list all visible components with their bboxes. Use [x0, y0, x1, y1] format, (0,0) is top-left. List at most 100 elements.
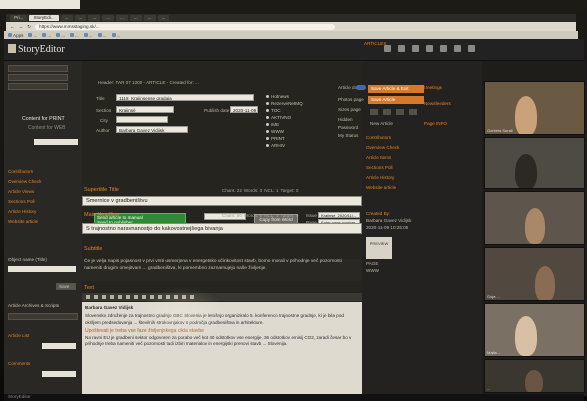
browser-tab[interactable]: ... — [157, 15, 170, 21]
italic-icon[interactable] — [94, 295, 98, 299]
bookmark-item[interactable]: ... — [70, 33, 79, 38]
sidebar-item-poll[interactable]: Sections Poll — [8, 199, 35, 205]
menu-icon[interactable] — [412, 45, 419, 52]
bookmark-item[interactable]: ... — [83, 33, 93, 38]
gear-icon[interactable] — [440, 45, 447, 52]
radio-icon — [266, 109, 269, 112]
channel-ime[interactable]: IME — [266, 122, 279, 127]
right-link-overview[interactable]: Overview Check — [366, 145, 399, 150]
browser-tab[interactable]: ... — [102, 15, 115, 21]
publish-date-label: Publish date — [204, 108, 230, 113]
channel-toc[interactable]: TOC — [266, 108, 281, 113]
browser-tab-active[interactable]: StoryEdi... — [29, 15, 59, 21]
app-logo[interactable]: StoryEditor — [8, 44, 65, 55]
sidebar-item-contributors[interactable]: Contributors — [8, 169, 33, 175]
sidebar-button[interactable] — [8, 65, 68, 72]
sidebar-article-list[interactable]: Article List — [8, 333, 29, 339]
help-icon[interactable] — [454, 45, 461, 52]
browser-tab[interactable]: ... — [74, 15, 87, 21]
browser-tab[interactable]: Pri... — [10, 15, 28, 21]
publish-date-input[interactable]: 2020-11-09 — [230, 106, 258, 113]
video-tile[interactable] — [484, 191, 585, 245]
sidebar-button[interactable] — [8, 74, 68, 81]
article-done-toggle[interactable] — [356, 85, 366, 90]
browser-tab[interactable]: ... — [60, 15, 73, 21]
video-tile[interactable] — [484, 137, 585, 189]
archive-button[interactable] — [8, 313, 78, 320]
article-editor-panel: Header: TAR 07 1200 - ARTICLE - Created … — [82, 61, 362, 396]
tool-button[interactable] — [370, 109, 378, 115]
object-name-input[interactable] — [8, 266, 76, 272]
tool-button[interactable] — [383, 109, 391, 115]
sidebar-item-views[interactable]: Article Views — [8, 189, 34, 195]
subtitle-label: Subtitle — [84, 246, 103, 252]
list-icon[interactable] — [426, 45, 433, 52]
sidebar-button[interactable] — [8, 83, 68, 90]
sidebar-item-history[interactable]: Article History — [8, 209, 36, 215]
right-header-greetings[interactable]: Greetings — [422, 85, 442, 90]
bookmark-item[interactable]: ... — [28, 33, 37, 38]
new-article-label[interactable]: New Article — [370, 121, 393, 126]
channel-print[interactable]: PRINT — [266, 136, 285, 141]
right-link-website[interactable]: Website article — [366, 185, 396, 190]
right-link-history[interactable]: Article History — [366, 175, 394, 180]
channel-hotnews[interactable]: Hotnews — [266, 94, 289, 99]
participant-name: Gorbela Surali — [487, 128, 513, 133]
tool-button[interactable] — [396, 109, 404, 115]
author-input[interactable]: Barbara Gavez Vidijsk — [116, 126, 188, 133]
forward-arrow-icon[interactable]: → — [19, 24, 24, 29]
bookmark-item[interactable]: ... — [56, 33, 65, 38]
right-link-items[interactable]: Article Items — [366, 155, 391, 160]
sidebar-small-input[interactable] — [42, 343, 76, 349]
bookmark-item[interactable]: ... — [42, 33, 51, 38]
video-tile[interactable]: Goja ... — [484, 247, 585, 301]
bookmark-item[interactable]: ... — [111, 33, 120, 38]
align-center-icon[interactable] — [126, 295, 130, 299]
issue-select[interactable]: Krajinse_2020/11/... — [318, 212, 360, 218]
strike-icon[interactable] — [110, 295, 114, 299]
bookmark-item[interactable]: ... — [97, 33, 107, 38]
top-articles-label[interactable]: ARTICLES — [364, 41, 386, 46]
article-preview-thumbnail[interactable]: PREVIEW — [366, 237, 392, 259]
right-header-newsfeeders[interactable]: Newsfeeders — [424, 101, 451, 106]
video-tile[interactable]: Matia ... — [484, 303, 585, 357]
channel-aktivno[interactable]: AKTIVNO — [266, 115, 291, 120]
grid-icon[interactable] — [384, 45, 391, 52]
browser-tab[interactable]: ... — [116, 15, 128, 21]
video-tile[interactable]: ... — [484, 359, 585, 393]
tool-button[interactable] — [409, 109, 417, 115]
sidebar-small-input[interactable] — [42, 371, 76, 377]
subtitle-input[interactable]: Če je velja napis pojasnost v prvi vrsti… — [82, 259, 362, 281]
supertitle-input[interactable]: Smernice v gradbeništvu — [82, 196, 362, 206]
save-button[interactable]: Save — [56, 283, 76, 290]
underline-icon[interactable] — [102, 295, 106, 299]
title-input[interactable]: 1118_Krajinsense gradaja — [116, 94, 254, 101]
bookmark-item[interactable]: Apps — [8, 33, 23, 38]
channel-rezerve[interactable]: RezerveNetMQ — [266, 101, 303, 106]
sidebar-comments[interactable]: Comments — [8, 361, 30, 367]
browser-tab[interactable]: ... — [143, 15, 156, 21]
browser-tab[interactable]: ... — [129, 15, 142, 21]
url-input[interactable]: https://www.mmsstaging.sk/... — [35, 23, 336, 30]
settings-icon[interactable] — [398, 45, 405, 52]
sidebar-item-website[interactable]: Website article — [8, 219, 38, 225]
power-icon[interactable] — [468, 45, 475, 52]
section-select[interactable]: Krajinsé — [116, 106, 174, 113]
right-header-page-info[interactable]: Page INFO — [424, 121, 447, 126]
city-input[interactable] — [116, 116, 168, 123]
sidebar-item-overview[interactable]: Overview Check — [8, 179, 41, 185]
align-left-icon[interactable] — [118, 295, 122, 299]
right-link-poll[interactable]: Sections Poll — [366, 165, 393, 170]
sidebar-filter-input[interactable] — [34, 139, 78, 145]
channel-arhiv[interactable]: ARHIV — [266, 143, 285, 148]
save-article-button[interactable]: Save Article — [368, 96, 424, 104]
browser-tab[interactable]: ... — [88, 15, 101, 21]
bold-icon[interactable] — [86, 295, 90, 299]
main-headline-input[interactable]: S trajnostno naravnanostjo do kakovostne… — [82, 223, 362, 234]
save-exit-button[interactable]: Save Article & Exit — [368, 85, 424, 93]
video-tile[interactable]: Gorbela Surali — [484, 81, 585, 135]
back-arrow-icon[interactable]: ← — [10, 24, 15, 29]
right-link-contributors[interactable]: Contributors — [366, 135, 391, 140]
reload-icon[interactable]: ↻ — [27, 24, 31, 30]
channel-www[interactable]: WWW — [266, 129, 284, 134]
